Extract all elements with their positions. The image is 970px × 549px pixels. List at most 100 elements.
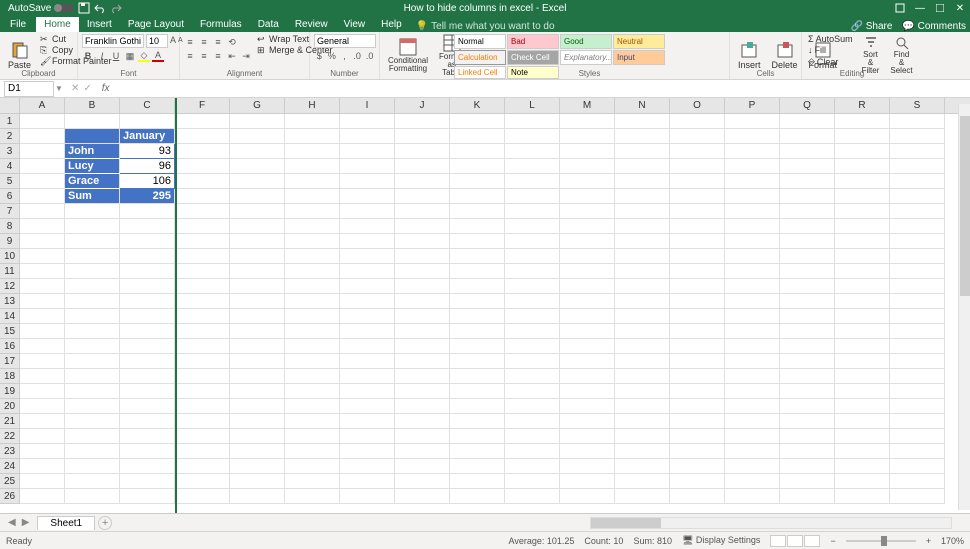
cell-J2[interactable] bbox=[395, 129, 450, 144]
cell-I19[interactable] bbox=[340, 384, 395, 399]
cell-Q12[interactable] bbox=[780, 279, 835, 294]
cell-C9[interactable] bbox=[120, 234, 175, 249]
cell-O16[interactable] bbox=[670, 339, 725, 354]
cell-M13[interactable] bbox=[560, 294, 615, 309]
cell-B7[interactable] bbox=[65, 204, 120, 219]
cell-R25[interactable] bbox=[835, 474, 890, 489]
cell-J4[interactable] bbox=[395, 159, 450, 174]
cell-G26[interactable] bbox=[230, 489, 285, 504]
cell-K3[interactable] bbox=[450, 144, 505, 159]
cell-L24[interactable] bbox=[505, 459, 560, 474]
cell-F21[interactable] bbox=[175, 414, 230, 429]
cell-L1[interactable] bbox=[505, 114, 560, 129]
cell-R8[interactable] bbox=[835, 219, 890, 234]
indent-inc-icon[interactable]: ⇥ bbox=[240, 50, 252, 62]
row-header-21[interactable]: 21 bbox=[0, 414, 19, 429]
cell-N4[interactable] bbox=[615, 159, 670, 174]
cell-A19[interactable] bbox=[20, 384, 65, 399]
grow-font-icon[interactable]: A bbox=[170, 34, 176, 46]
cell-F24[interactable] bbox=[175, 459, 230, 474]
cell-P3[interactable] bbox=[725, 144, 780, 159]
col-header-I[interactable]: I bbox=[340, 98, 395, 113]
cell-H4[interactable] bbox=[285, 159, 340, 174]
cell-H22[interactable] bbox=[285, 429, 340, 444]
cell-Q9[interactable] bbox=[780, 234, 835, 249]
cell-R18[interactable] bbox=[835, 369, 890, 384]
currency-icon[interactable]: $ bbox=[314, 50, 325, 62]
cell-J26[interactable] bbox=[395, 489, 450, 504]
cell-I4[interactable] bbox=[340, 159, 395, 174]
cell-Q16[interactable] bbox=[780, 339, 835, 354]
cell-J3[interactable] bbox=[395, 144, 450, 159]
cell-I26[interactable] bbox=[340, 489, 395, 504]
autosum-button[interactable]: Σ AutoSum bbox=[806, 34, 855, 44]
view-normal-icon[interactable] bbox=[770, 535, 786, 547]
cell-L15[interactable] bbox=[505, 324, 560, 339]
cell-M10[interactable] bbox=[560, 249, 615, 264]
cell-I2[interactable] bbox=[340, 129, 395, 144]
cell-G23[interactable] bbox=[230, 444, 285, 459]
cell-C19[interactable] bbox=[120, 384, 175, 399]
cell-O8[interactable] bbox=[670, 219, 725, 234]
cell-A26[interactable] bbox=[20, 489, 65, 504]
cell-G4[interactable] bbox=[230, 159, 285, 174]
cell-G15[interactable] bbox=[230, 324, 285, 339]
cell-C13[interactable] bbox=[120, 294, 175, 309]
row-header-7[interactable]: 7 bbox=[0, 204, 19, 219]
cell-P16[interactable] bbox=[725, 339, 780, 354]
cell-H10[interactable] bbox=[285, 249, 340, 264]
share-button[interactable]: 🔗 Share bbox=[850, 21, 892, 32]
zoom-thumb[interactable] bbox=[881, 536, 887, 546]
cell-B6[interactable]: Sum bbox=[65, 189, 120, 204]
cell-F5[interactable] bbox=[175, 174, 230, 189]
cell-L6[interactable] bbox=[505, 189, 560, 204]
cell-C17[interactable] bbox=[120, 354, 175, 369]
col-header-Q[interactable]: Q bbox=[780, 98, 835, 113]
cell-B18[interactable] bbox=[65, 369, 120, 384]
cell-L8[interactable] bbox=[505, 219, 560, 234]
cell-J10[interactable] bbox=[395, 249, 450, 264]
cell-A25[interactable] bbox=[20, 474, 65, 489]
clear-button[interactable]: ◇ Clear bbox=[806, 56, 855, 67]
cell-B11[interactable] bbox=[65, 264, 120, 279]
percent-icon[interactable]: % bbox=[327, 50, 338, 62]
cell-F18[interactable] bbox=[175, 369, 230, 384]
cell-K13[interactable] bbox=[450, 294, 505, 309]
minimize-icon[interactable]: — bbox=[910, 0, 930, 16]
cell-B10[interactable] bbox=[65, 249, 120, 264]
cell-C6[interactable]: 295 bbox=[120, 189, 175, 204]
cell-R12[interactable] bbox=[835, 279, 890, 294]
ribbon-mode-icon[interactable] bbox=[890, 0, 910, 16]
cell-P24[interactable] bbox=[725, 459, 780, 474]
cell-K5[interactable] bbox=[450, 174, 505, 189]
sheet-tab-1[interactable]: Sheet1 bbox=[37, 516, 95, 530]
font-color-button[interactable]: A bbox=[152, 50, 164, 62]
cell-Q2[interactable] bbox=[780, 129, 835, 144]
cell-K12[interactable] bbox=[450, 279, 505, 294]
cell-S1[interactable] bbox=[890, 114, 945, 129]
cell-M16[interactable] bbox=[560, 339, 615, 354]
cell-O17[interactable] bbox=[670, 354, 725, 369]
cell-O21[interactable] bbox=[670, 414, 725, 429]
cell-S23[interactable] bbox=[890, 444, 945, 459]
redo-icon[interactable] bbox=[110, 2, 122, 14]
cell-B24[interactable] bbox=[65, 459, 120, 474]
row-header-2[interactable]: 2 bbox=[0, 129, 19, 144]
cell-I8[interactable] bbox=[340, 219, 395, 234]
cell-H9[interactable] bbox=[285, 234, 340, 249]
cell-L16[interactable] bbox=[505, 339, 560, 354]
cell-I5[interactable] bbox=[340, 174, 395, 189]
cell-L11[interactable] bbox=[505, 264, 560, 279]
cell-R19[interactable] bbox=[835, 384, 890, 399]
zoom-level[interactable]: 170% bbox=[941, 536, 964, 546]
cell-N20[interactable] bbox=[615, 399, 670, 414]
row-header-25[interactable]: 25 bbox=[0, 474, 19, 489]
cell-A16[interactable] bbox=[20, 339, 65, 354]
cell-S9[interactable] bbox=[890, 234, 945, 249]
cell-K22[interactable] bbox=[450, 429, 505, 444]
cell-B8[interactable] bbox=[65, 219, 120, 234]
cell-G13[interactable] bbox=[230, 294, 285, 309]
cell-L4[interactable] bbox=[505, 159, 560, 174]
cell-O1[interactable] bbox=[670, 114, 725, 129]
cell-S2[interactable] bbox=[890, 129, 945, 144]
